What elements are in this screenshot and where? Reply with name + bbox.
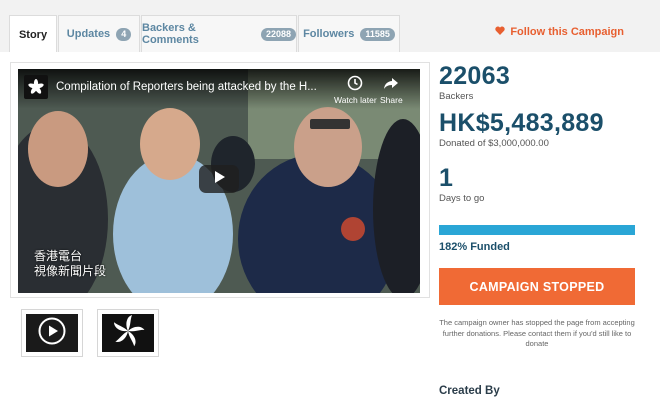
tab-followers-label: Followers bbox=[303, 28, 355, 40]
campaign-stopped-notice: The campaign owner has stopped the page … bbox=[439, 318, 635, 348]
follow-campaign-link[interactable]: Follow this Campaign bbox=[495, 26, 624, 38]
channel-logo-icon[interactable] bbox=[24, 75, 48, 99]
donated-amount: HK$5,483,889 bbox=[439, 109, 604, 137]
bauhinia-logo-icon bbox=[109, 312, 147, 355]
funding-progress-fill bbox=[439, 225, 635, 235]
campaign-content: Compilation of Reporters being attacked … bbox=[0, 52, 660, 400]
tab-story[interactable]: Story bbox=[9, 15, 57, 53]
share-label: Share bbox=[380, 95, 403, 105]
tab-updates[interactable]: Updates 4 bbox=[58, 15, 140, 52]
play-icon bbox=[212, 170, 226, 189]
created-by-heading: Created By bbox=[439, 385, 500, 397]
backers-label: Backers bbox=[439, 91, 474, 102]
updates-count-badge: 4 bbox=[116, 27, 132, 41]
video-frame: Compilation of Reporters being attacked … bbox=[10, 62, 430, 298]
days-count: 1 bbox=[439, 164, 454, 192]
play-button[interactable] bbox=[199, 165, 239, 193]
caption-line-2: 視像新聞片段 bbox=[34, 264, 107, 278]
video-title[interactable]: Compilation of Reporters being attacked … bbox=[56, 81, 321, 93]
campaign-stopped-button[interactable]: CAMPAIGN STOPPED bbox=[439, 268, 635, 305]
tab-story-label: Story bbox=[18, 28, 48, 41]
caption-line-1: 香港電台 bbox=[34, 249, 83, 263]
funded-label: 182% Funded bbox=[439, 241, 510, 253]
media-thumbnail-video[interactable] bbox=[21, 309, 83, 357]
tab-followers[interactable]: Followers 11585 bbox=[298, 15, 400, 52]
heart-icon bbox=[495, 26, 506, 38]
media-thumbnail-image[interactable] bbox=[97, 309, 159, 357]
share-icon bbox=[380, 75, 403, 93]
play-circle-icon bbox=[37, 316, 67, 351]
tab-backers-label: Backers & Comments bbox=[142, 22, 199, 46]
tab-backers-comments[interactable]: Backers & Comments 22088 bbox=[141, 15, 297, 52]
watch-later-button[interactable]: Watch later bbox=[334, 75, 377, 105]
days-label: Days to go bbox=[439, 193, 485, 204]
donated-label: Donated of $3,000,000.00 bbox=[439, 138, 549, 149]
video-thumbnail bbox=[26, 314, 78, 352]
clock-icon bbox=[334, 75, 377, 93]
image-thumbnail bbox=[102, 314, 154, 352]
followers-count-badge: 11585 bbox=[360, 27, 395, 41]
tab-bar: Story Updates 4 Backers & Comments 22088… bbox=[0, 0, 660, 53]
tab-updates-label: Updates bbox=[66, 28, 111, 40]
share-button[interactable]: Share bbox=[380, 75, 403, 105]
backers-count-badge: 22088 bbox=[260, 27, 296, 41]
funding-progress-bar bbox=[439, 225, 635, 235]
video-caption: 香港電台 視像新聞片段 bbox=[34, 249, 106, 279]
video-player[interactable]: Compilation of Reporters being attacked … bbox=[18, 69, 420, 293]
follow-label: Follow this Campaign bbox=[510, 26, 624, 38]
backers-count: 22063 bbox=[439, 62, 511, 90]
watch-later-label: Watch later bbox=[334, 95, 377, 105]
